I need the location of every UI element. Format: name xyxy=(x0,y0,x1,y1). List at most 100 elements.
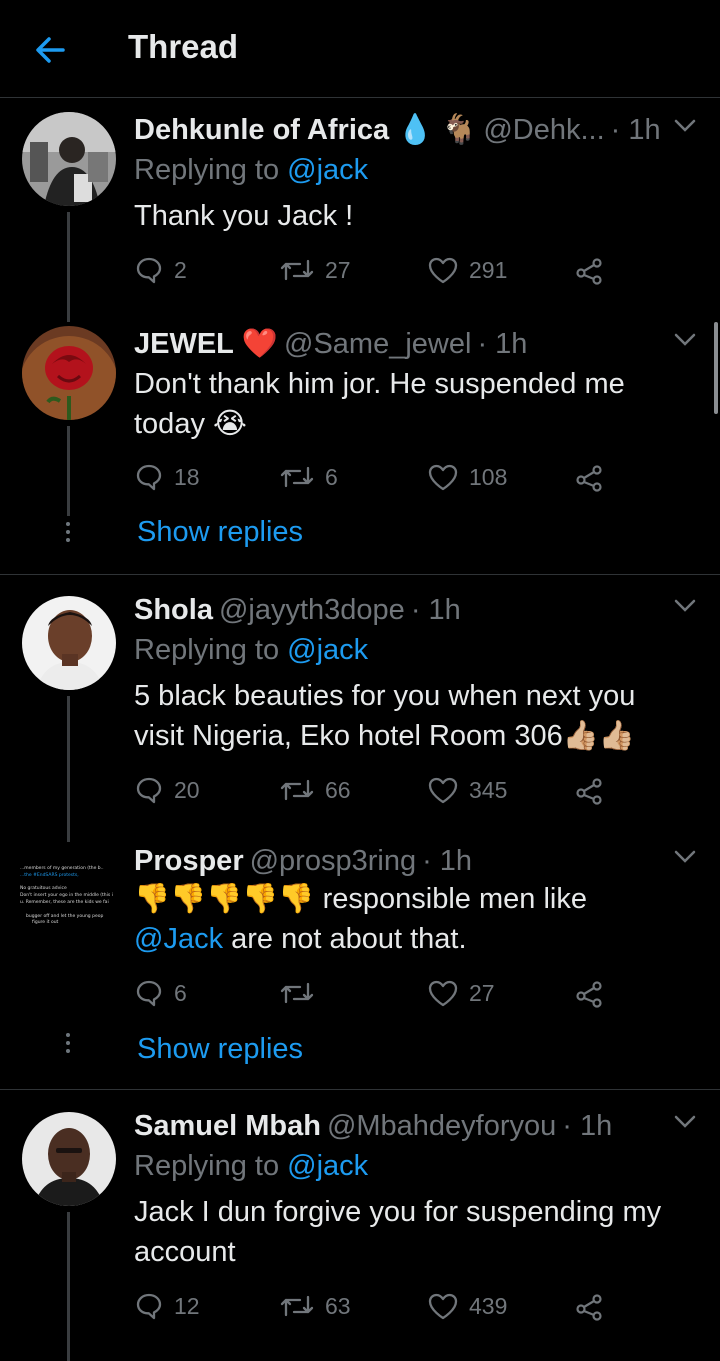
reply-icon xyxy=(136,464,162,491)
author-handle[interactable]: @Same_jewel xyxy=(284,328,471,361)
avatar-text-line: bugger off and let the young peop xyxy=(26,913,103,919)
tweet-text: Don't thank him jor. He suspended me tod… xyxy=(134,364,700,444)
author-name[interactable]: Shola xyxy=(134,594,213,627)
like-count: 27 xyxy=(469,979,495,1006)
tweet-header: Shola @jayyth3dope · 1h xyxy=(134,592,461,628)
timestamp: · 1h xyxy=(562,1109,613,1142)
author-name[interactable]: Samuel Mbah xyxy=(134,1110,321,1143)
chevron-down-icon[interactable] xyxy=(672,596,698,614)
share-button[interactable] xyxy=(574,973,616,1013)
reply-button[interactable]: 6 xyxy=(134,973,187,1013)
replying-label: Replying to xyxy=(134,1150,280,1182)
retweet-button[interactable] xyxy=(279,973,325,1013)
thread-line xyxy=(67,1212,70,1361)
reply-button[interactable]: 2 xyxy=(134,250,187,290)
retweet-button[interactable]: 6 xyxy=(279,457,338,497)
author-handle[interactable]: @jayyth3dope xyxy=(219,594,405,627)
chevron-down-icon[interactable] xyxy=(672,116,698,134)
reply-count: 6 xyxy=(174,979,187,1006)
avatar[interactable] xyxy=(22,112,116,206)
avatar-text-line: u. Remember, these are the kids we fai xyxy=(20,899,109,905)
tweet-item[interactable]: Samuel Mbah @Mbahdeyforyou · 1h Replying… xyxy=(0,1108,720,1361)
tweet-item[interactable]: JEWEL ❤️ @Same_jewel · 1h Don't thank hi… xyxy=(0,326,720,570)
tweet-actions: 18 6 108 xyxy=(134,457,654,497)
replying-to: Replying to @jack xyxy=(134,154,368,187)
author-name[interactable]: JEWEL xyxy=(134,328,234,361)
tweet-header: Prosper @prosp3ring · 1h xyxy=(134,843,472,879)
heart-icon xyxy=(428,257,458,284)
retweet-count: 27 xyxy=(325,256,351,283)
retweet-icon xyxy=(280,466,314,488)
reply-button[interactable]: 12 xyxy=(134,1286,200,1326)
share-button[interactable] xyxy=(574,770,616,810)
timestamp: · 1h xyxy=(477,327,528,360)
tweet-item[interactable]: ...members of my generation (the b.. ...… xyxy=(0,843,720,1083)
goat-emoji: 🐐 xyxy=(441,114,478,146)
like-count: 108 xyxy=(469,463,508,490)
tweet-text-line: @Jack are not about that. xyxy=(134,919,700,959)
tweet-item[interactable]: Dehkunle of Africa 💧 🐐 @Dehk... · 1h Rep… xyxy=(0,112,720,322)
share-button[interactable] xyxy=(574,1286,616,1326)
heart-emoji: ❤️ xyxy=(241,328,279,360)
chevron-down-icon[interactable] xyxy=(672,330,698,348)
reply-button[interactable]: 20 xyxy=(134,770,200,810)
like-count: 439 xyxy=(469,1292,508,1319)
back-arrow-icon[interactable] xyxy=(30,30,70,70)
tweet-text-line: account xyxy=(134,1236,236,1268)
tweet-item[interactable]: Shola @jayyth3dope · 1h Replying to @jac… xyxy=(0,592,720,842)
show-replies-link[interactable]: Show replies xyxy=(137,1033,303,1066)
like-count: 345 xyxy=(469,776,508,803)
reply-icon xyxy=(136,777,162,804)
replying-to: Replying to @jack xyxy=(134,1150,368,1183)
avatar[interactable] xyxy=(22,596,116,690)
tweet-text-line: Jack I dun forgive you for suspending my xyxy=(134,1196,662,1228)
share-button[interactable] xyxy=(574,250,616,290)
tweet-text-line: today 😭 xyxy=(134,408,247,440)
chevron-down-icon[interactable] xyxy=(672,1112,698,1130)
chevron-down-icon[interactable] xyxy=(672,847,698,865)
avatar-text-line: figure it out xyxy=(32,919,59,925)
thread-line xyxy=(67,426,70,516)
tweet-header: JEWEL ❤️ @Same_jewel · 1h xyxy=(134,326,527,362)
page-title: Thread xyxy=(128,28,239,65)
reply-count: 18 xyxy=(174,463,200,490)
avatar[interactable]: ...members of my generation (the b.. ...… xyxy=(18,843,118,937)
tweet-text-line: 5 black beauties for you when next you xyxy=(134,680,636,712)
retweet-button[interactable]: 63 xyxy=(279,1286,351,1326)
show-replies-link[interactable]: Show replies xyxy=(137,516,303,549)
avatar[interactable] xyxy=(22,326,116,420)
share-button[interactable] xyxy=(574,457,616,497)
author-name[interactable]: Dehkunle of Africa xyxy=(134,114,389,147)
thread-line xyxy=(67,696,70,842)
mention-link[interactable]: @jack xyxy=(287,634,368,666)
tweet-text: Thank you Jack ! xyxy=(134,200,354,232)
reply-button[interactable]: 18 xyxy=(134,457,200,497)
tweet-text: 5 black beauties for you when next you v… xyxy=(134,676,700,756)
like-button[interactable]: 108 xyxy=(427,457,507,497)
mention-link[interactable]: @jack xyxy=(287,1150,368,1182)
avatar-text-line: Don't insert your ego in the middle (thi… xyxy=(20,892,113,898)
like-button[interactable]: 345 xyxy=(427,770,507,810)
retweet-icon xyxy=(280,259,314,281)
mention-link[interactable]: @Jack xyxy=(134,923,223,955)
heart-icon xyxy=(428,464,458,491)
like-button[interactable]: 439 xyxy=(427,1286,507,1326)
author-handle[interactable]: @prosp3ring xyxy=(250,845,416,878)
tweet-header: Samuel Mbah @Mbahdeyforyou · 1h xyxy=(134,1108,612,1144)
tweet-actions: 12 63 439 xyxy=(134,1286,654,1326)
reply-icon xyxy=(136,257,162,284)
retweet-count: 66 xyxy=(325,776,351,803)
retweet-button[interactable]: 27 xyxy=(279,250,351,290)
thread-line xyxy=(67,212,70,322)
like-button[interactable]: 27 xyxy=(427,973,495,1013)
tweet-actions: 20 66 345 xyxy=(134,770,654,810)
avatar[interactable] xyxy=(22,1112,116,1206)
mention-link[interactable]: @jack xyxy=(287,154,368,186)
like-button[interactable]: 291 xyxy=(427,250,507,290)
author-handle[interactable]: @Dehk... xyxy=(483,114,604,147)
avatar-text-line: ...the #EndSARS protests, xyxy=(20,872,79,878)
share-icon xyxy=(576,465,602,492)
author-name[interactable]: Prosper xyxy=(134,845,244,878)
retweet-button[interactable]: 66 xyxy=(279,770,351,810)
author-handle[interactable]: @Mbahdeyforyou xyxy=(327,1110,556,1143)
